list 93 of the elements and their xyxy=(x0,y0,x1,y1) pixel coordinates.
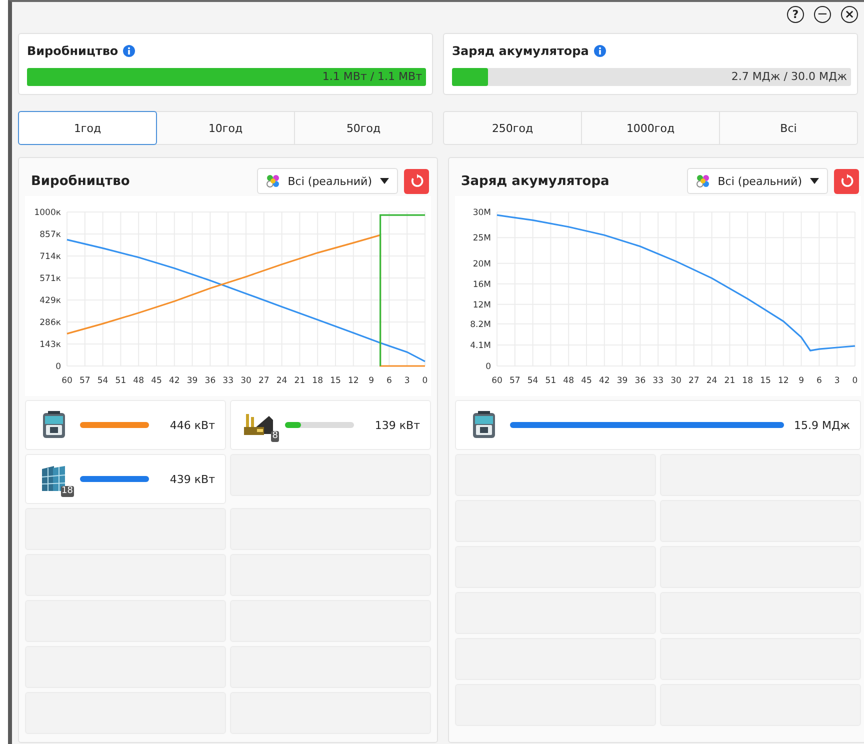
item-reading: 439 кВт xyxy=(168,472,215,486)
axis-label: 6 xyxy=(386,376,392,386)
axis-label: 12 xyxy=(778,376,789,386)
axis-label: 0 xyxy=(852,376,858,386)
axis-label: 57 xyxy=(509,376,520,386)
refresh-icon xyxy=(410,174,424,188)
axis-label: 21 xyxy=(294,376,306,386)
filter-dropdown[interactable]: Всі (реальний) xyxy=(256,168,398,194)
axis-label: 30 xyxy=(240,376,252,386)
axis-label: 6 xyxy=(816,376,822,386)
axis-label: 54 xyxy=(97,376,108,386)
machine-icon xyxy=(42,411,66,439)
axis-label: 0 xyxy=(486,362,491,372)
color-circles-icon xyxy=(696,174,710,188)
axis-label: 21 xyxy=(724,376,736,386)
time-range-tab[interactable]: 1год xyxy=(18,111,157,145)
time-range-tab[interactable]: 10год xyxy=(157,112,295,144)
axis-label: 24 xyxy=(276,376,288,386)
help-button[interactable]: ? xyxy=(787,6,804,23)
filter-dropdown[interactable]: Всі (реальний) xyxy=(686,168,828,194)
caret-icon xyxy=(810,178,819,184)
axis-label: 15 xyxy=(760,376,771,386)
time-range-tab[interactable]: 50год xyxy=(295,112,432,144)
item-reading: 446 кВт xyxy=(168,418,215,432)
axis-label: 286к xyxy=(40,318,61,328)
axis-label: 30M xyxy=(472,208,491,218)
axis-label: 33 xyxy=(222,376,234,386)
axis-label: 51 xyxy=(545,376,556,386)
axis-label: 36 xyxy=(204,376,216,386)
time-range-tab[interactable]: Всі xyxy=(720,112,857,144)
axis-label: 12 xyxy=(348,376,359,386)
axis-label: 9 xyxy=(368,376,374,386)
axis-label: 4.1M xyxy=(470,340,491,351)
refresh-icon xyxy=(840,174,854,188)
count-badge: 8 xyxy=(271,431,279,442)
axis-label: 1000к xyxy=(34,208,61,218)
axis-label: 143к xyxy=(40,340,61,350)
chart-title: Виробництво xyxy=(31,174,131,188)
axis-label: 48 xyxy=(563,376,574,386)
progress-reading: 1.1 МВт / 1.1 МВт xyxy=(322,70,422,83)
info-icon[interactable] xyxy=(594,45,606,57)
axis-label: 8.2M xyxy=(470,320,491,330)
item-reading: 15.9 МДж xyxy=(794,418,850,432)
axis-label: 51 xyxy=(115,376,126,386)
axis-label: 571к xyxy=(40,274,61,284)
axis-label: 39 xyxy=(186,376,198,386)
chart-title: Заряд акумулятора xyxy=(461,174,610,188)
count-badge: 18 xyxy=(60,486,74,497)
axis-label: 60 xyxy=(492,376,502,386)
axis-label: 27 xyxy=(258,376,270,386)
axis-label: 39 xyxy=(616,376,628,386)
color-circles-icon xyxy=(266,174,280,188)
axis-label: 15 xyxy=(330,376,341,386)
machine-icon xyxy=(472,411,496,439)
axis-label: 3 xyxy=(834,376,840,386)
reset-button[interactable] xyxy=(834,168,859,194)
axis-label: 857к xyxy=(40,230,61,240)
axis-label: 12M xyxy=(472,300,491,310)
caret-icon xyxy=(380,178,389,184)
axis-label: 54 xyxy=(527,376,538,386)
axis-label: 25M xyxy=(472,234,491,244)
info-icon[interactable] xyxy=(123,45,136,57)
axis-label: 714к xyxy=(40,252,61,262)
axis-label: 45 xyxy=(581,376,592,386)
axis-label: 9 xyxy=(798,376,804,386)
close-button[interactable]: × xyxy=(841,6,858,23)
axis-label: 429к xyxy=(40,296,61,306)
axis-label: 27 xyxy=(688,376,700,386)
axis-label: 57 xyxy=(79,376,90,386)
axis-label: 33 xyxy=(652,376,664,386)
time-range-tab[interactable]: 1000год xyxy=(582,112,720,144)
axis-label: 30 xyxy=(670,376,682,386)
axis-label: 42 xyxy=(598,376,610,386)
item-reading: 139 кВт xyxy=(374,418,420,432)
axis-label: 20M xyxy=(472,259,491,270)
minimize-button[interactable]: − xyxy=(814,6,831,23)
axis-label: 36 xyxy=(634,376,646,386)
axis-label: 16M xyxy=(472,280,491,290)
axis-label: 18 xyxy=(312,376,324,386)
time-range-tab[interactable]: 250год xyxy=(444,112,582,144)
axis-label: 18 xyxy=(742,376,754,386)
axis-label: 0 xyxy=(422,376,428,386)
panel-title: Виробництво xyxy=(27,44,118,58)
panel-title: Заряд акумулятора xyxy=(452,44,589,58)
axis-label: 60 xyxy=(62,376,72,386)
axis-label: 0 xyxy=(56,362,61,372)
axis-label: 45 xyxy=(151,376,162,386)
axis-label: 3 xyxy=(404,376,410,386)
axis-label: 24 xyxy=(706,376,718,386)
axis-label: 42 xyxy=(168,376,180,386)
axis-label: 48 xyxy=(133,376,144,386)
progress-reading: 2.7 МДж / 30.0 МДж xyxy=(731,70,847,83)
reset-button[interactable] xyxy=(404,168,429,194)
